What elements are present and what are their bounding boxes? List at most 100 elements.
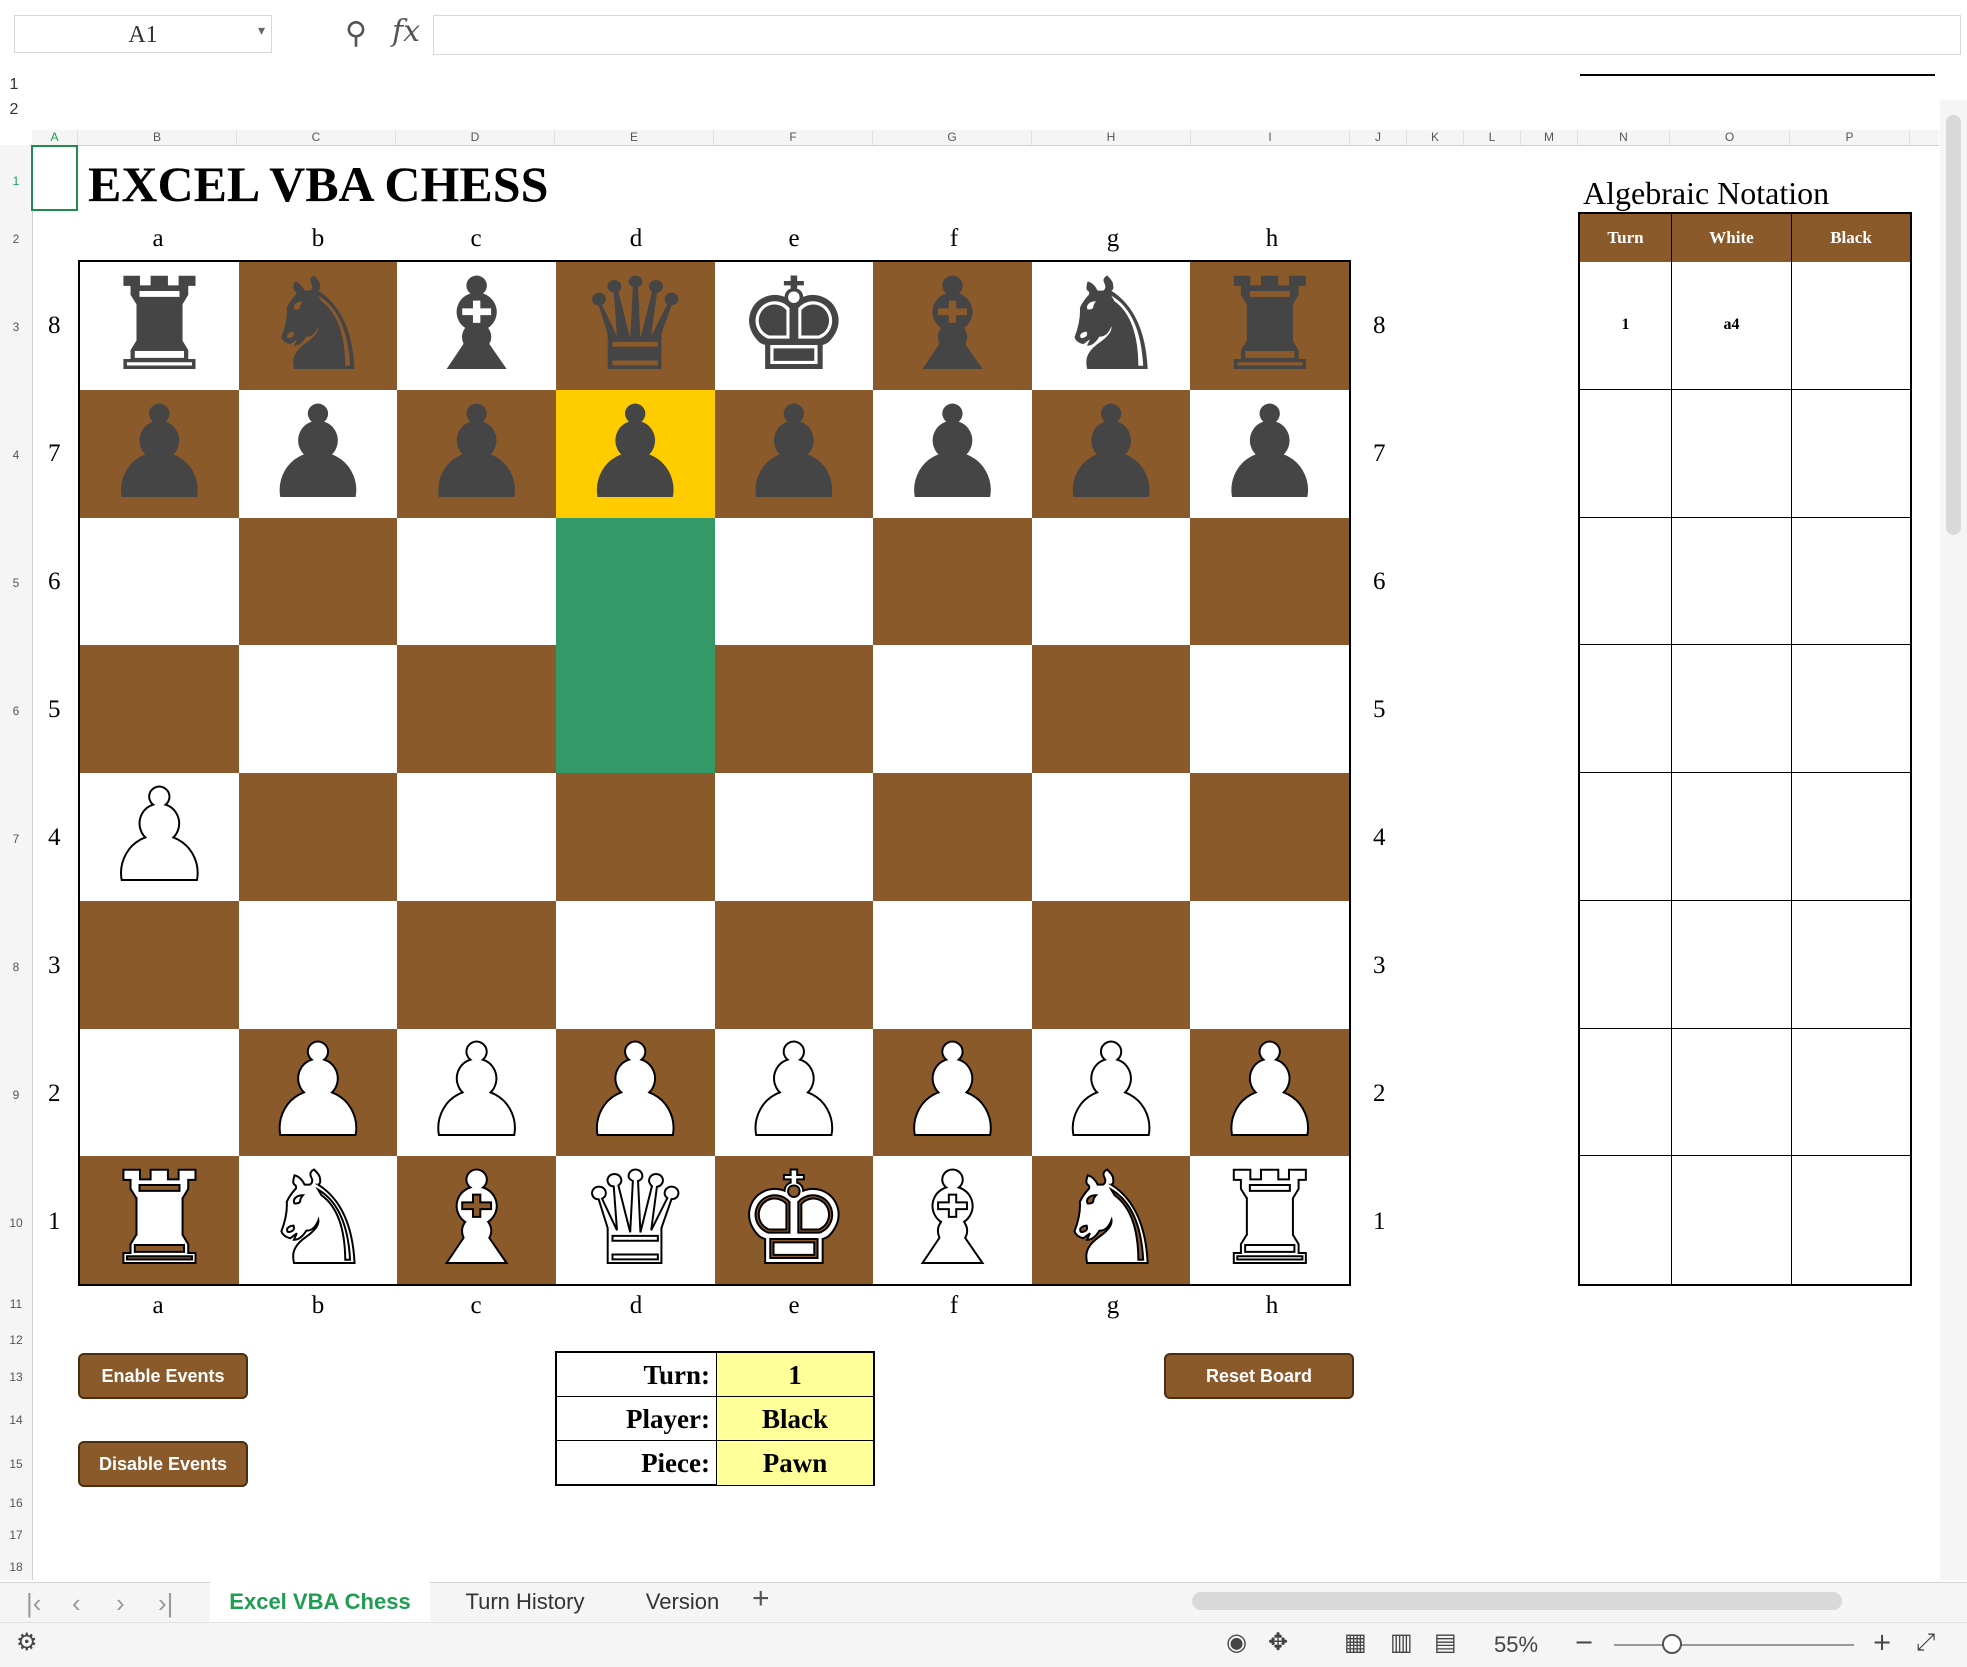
black-knight-icon[interactable]: ♞ [261,261,376,390]
last-sheet-icon[interactable]: ›| [158,1588,173,1619]
tab-version[interactable]: Version [620,1582,745,1622]
square-h4[interactable] [1190,773,1349,901]
group-level-1-button[interactable]: 1 [0,76,28,94]
tab-turn-history[interactable]: Turn History [440,1582,610,1622]
square-d3[interactable] [555,900,715,1029]
column-header-d[interactable]: D [396,130,555,145]
black-pawn-icon[interactable]: ♟ [895,389,1010,518]
square-c7[interactable]: ♟ [397,389,556,518]
eye-protection-icon[interactable]: ◉ [1226,1628,1247,1656]
normal-view-icon[interactable]: ▦ [1344,1628,1367,1656]
column-header-m[interactable]: M [1521,130,1578,145]
square-e1[interactable]: ♚ [714,1155,874,1285]
square-c8[interactable]: ♝ [397,261,556,390]
column-header-c[interactable]: C [237,130,396,145]
square-a3[interactable] [80,900,239,1029]
square-b5[interactable] [238,645,398,773]
square-g8[interactable]: ♞ [1031,261,1191,390]
white-king-icon[interactable]: ♚ [735,1155,852,1285]
square-f3[interactable] [873,900,1032,1029]
prev-sheet-icon[interactable]: ‹ [72,1588,81,1619]
column-header-n[interactable]: N [1578,130,1670,145]
black-pawn-icon[interactable]: ♟ [1212,389,1327,518]
square-b3[interactable] [238,900,398,1029]
row-header-16[interactable]: 16 [0,1496,32,1510]
square-a8[interactable]: ♜ [80,261,239,390]
square-f2[interactable]: ♟ [873,1027,1032,1157]
square-f8[interactable]: ♝ [873,261,1032,390]
square-c1[interactable]: ♝ [397,1155,556,1285]
row-header-5[interactable]: 5 [0,576,32,590]
square-g4[interactable] [1031,773,1191,901]
page-break-view-icon[interactable]: ▤ [1434,1628,1457,1656]
zoom-in-icon[interactable]: + [1872,1628,1892,1656]
column-header-f[interactable]: F [714,130,873,145]
column-header-l[interactable]: L [1464,130,1521,145]
row-header-12[interactable]: 12 [0,1333,32,1347]
square-e6[interactable] [714,517,874,646]
black-queen-icon[interactable]: ♛ [578,261,693,390]
square-c3[interactable] [397,900,556,1029]
black-bishop-icon[interactable]: ♝ [895,261,1010,390]
white-queen-icon[interactable]: ♛ [577,1155,694,1285]
square-b8[interactable]: ♞ [238,261,398,390]
square-h2[interactable]: ♟ [1190,1027,1349,1157]
black-pawn-icon[interactable]: ♟ [578,389,693,518]
black-pawn-icon[interactable]: ♟ [102,389,217,518]
row-header-18[interactable]: 18 [0,1560,32,1574]
black-rook-icon[interactable]: ♜ [102,261,217,390]
row-header-11[interactable]: 11 [0,1297,32,1311]
disable-events-button[interactable]: Disable Events [78,1441,248,1487]
black-rook-icon[interactable]: ♜ [1212,261,1327,390]
square-g6[interactable] [1031,517,1191,646]
white-bishop-icon[interactable]: ♝ [418,1155,535,1285]
white-bishop-icon[interactable]: ♝ [894,1155,1011,1285]
square-h6[interactable] [1190,517,1349,646]
row-header-4[interactable]: 4 [0,448,32,462]
square-h7[interactable]: ♟ [1190,389,1349,518]
row-header-17[interactable]: 17 [0,1528,32,1542]
square-e3[interactable] [714,900,874,1029]
next-sheet-icon[interactable]: › [116,1588,125,1619]
black-pawn-icon[interactable]: ♟ [419,389,534,518]
square-e7[interactable]: ♟ [714,389,874,518]
white-rook-icon[interactable]: ♜ [101,1155,218,1285]
white-pawn-icon[interactable]: ♟ [260,1027,377,1157]
vertical-scrollbar-thumb[interactable] [1946,115,1961,535]
row-header-13[interactable]: 13 [0,1370,32,1384]
row-header-1[interactable]: 1 [0,174,32,188]
square-d2[interactable]: ♟ [555,1027,715,1157]
row-header-2[interactable]: 2 [0,232,32,246]
horizontal-scrollbar[interactable] [1192,1592,1842,1610]
square-g3[interactable] [1031,900,1191,1029]
name-box[interactable]: A1 [14,15,272,53]
square-d1[interactable]: ♛ [555,1155,715,1285]
square-a4[interactable]: ♟ [80,771,239,901]
square-h1[interactable]: ♜ [1190,1155,1349,1285]
white-pawn-icon[interactable]: ♟ [1053,1027,1170,1157]
square-b2[interactable]: ♟ [238,1027,398,1157]
white-pawn-icon[interactable]: ♟ [418,1027,535,1157]
zoom-out-icon[interactable]: − [1574,1628,1594,1656]
add-sheet-icon[interactable]: + [752,1582,770,1616]
black-pawn-icon[interactable]: ♟ [261,389,376,518]
active-cell-cursor[interactable] [31,145,78,211]
row-header-10[interactable]: 10 [0,1216,32,1230]
black-king-icon[interactable]: ♚ [736,261,851,390]
square-f5[interactable] [873,645,1032,773]
square-g5[interactable] [1031,645,1191,773]
row-header-3[interactable]: 3 [0,320,32,334]
freeze-panes-icon[interactable]: ✥ [1268,1628,1288,1656]
fullscreen-icon[interactable]: ⤢ [1916,1628,1935,1656]
square-g1[interactable]: ♞ [1031,1155,1191,1285]
enable-events-button[interactable]: Enable Events [78,1353,248,1399]
square-c4[interactable] [397,773,556,901]
white-pawn-icon[interactable]: ♟ [101,771,218,901]
black-pawn-icon[interactable]: ♟ [736,389,851,518]
first-sheet-icon[interactable]: |‹ [26,1588,41,1619]
white-knight-icon[interactable]: ♞ [260,1155,377,1285]
row-header-14[interactable]: 14 [0,1413,32,1427]
square-d7[interactable]: ♟ [555,389,715,518]
square-c5[interactable] [397,645,556,773]
white-pawn-icon[interactable]: ♟ [894,1027,1011,1157]
